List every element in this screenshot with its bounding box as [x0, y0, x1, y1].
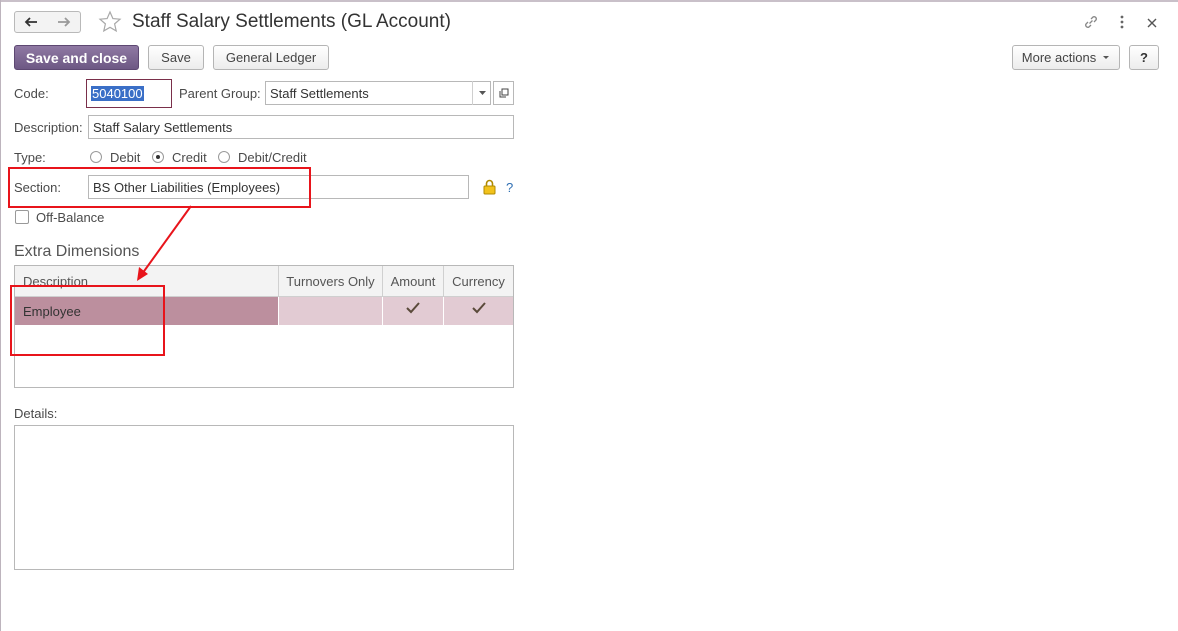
column-header-amount[interactable]: Amount — [383, 266, 444, 297]
back-button[interactable] — [14, 11, 48, 33]
parent-group-label: Parent Group: — [179, 86, 261, 101]
arrow-right-icon — [57, 17, 70, 27]
annotation-arrow — [137, 205, 192, 281]
arrow-left-icon — [24, 17, 37, 27]
type-debit-credit-label: Debit/Credit — [238, 150, 307, 165]
parent-group-dropdown-button[interactable] — [472, 81, 492, 105]
annotation-box-employee — [10, 285, 165, 356]
dropdown-arrow-icon — [479, 91, 486, 95]
type-credit-label: Credit — [172, 150, 207, 165]
code-value: 5040100 — [91, 86, 144, 101]
type-debit-credit-radio[interactable] — [218, 151, 230, 163]
type-label: Type: — [14, 150, 46, 165]
details-label: Details: — [14, 406, 58, 421]
parent-group-value: Staff Settlements — [270, 85, 369, 101]
type-debit-radio[interactable] — [90, 151, 102, 163]
description-field[interactable]: Staff Salary Settlements — [88, 115, 514, 139]
parent-group-field[interactable]: Staff Settlements — [265, 81, 491, 105]
type-debit-label: Debit — [110, 150, 141, 165]
lock-icon[interactable] — [483, 179, 496, 198]
row-amount-cell[interactable] — [383, 297, 444, 325]
window-top-border — [0, 0, 1178, 2]
checkmark-icon — [471, 302, 486, 314]
chevron-down-icon — [1103, 56, 1110, 59]
checkmark-icon — [406, 302, 420, 314]
annotation-box-section — [8, 167, 311, 208]
page-title: Staff Salary Settlements (GL Account) — [132, 11, 451, 32]
save-button[interactable]: Save — [148, 45, 204, 70]
off-balance-label[interactable]: Off-Balance — [36, 210, 104, 225]
more-actions-label: More actions — [1021, 50, 1097, 65]
link-icon[interactable] — [1083, 14, 1099, 33]
general-ledger-button[interactable]: General Ledger — [213, 45, 329, 70]
window-left-border — [0, 0, 1, 631]
code-field[interactable]: 5040100 — [86, 79, 172, 108]
type-credit-radio[interactable] — [152, 151, 164, 163]
extra-dimensions-heading: Extra Dimensions — [14, 243, 140, 260]
details-textarea[interactable] — [14, 425, 514, 570]
row-currency-cell[interactable] — [444, 297, 513, 325]
row-turnovers-only-cell[interactable] — [279, 297, 383, 325]
description-label: Description: — [14, 120, 83, 135]
description-value: Staff Salary Settlements — [93, 119, 233, 135]
favorite-star-icon[interactable] — [98, 10, 122, 37]
kebab-menu-icon[interactable] — [1120, 14, 1124, 33]
section-help-link[interactable]: ? — [506, 180, 513, 195]
off-balance-checkbox[interactable] — [15, 210, 29, 224]
open-window-icon — [499, 88, 508, 98]
forward-button[interactable] — [47, 11, 81, 33]
help-button[interactable]: ? — [1129, 45, 1159, 70]
close-icon[interactable] — [1147, 16, 1157, 31]
save-and-close-button[interactable]: Save and close — [14, 45, 139, 70]
column-header-turnovers-only[interactable]: Turnovers Only — [279, 266, 383, 297]
parent-group-open-button[interactable] — [493, 81, 514, 105]
column-header-currency[interactable]: Currency — [444, 266, 513, 297]
code-label: Code: — [14, 86, 49, 101]
more-actions-button[interactable]: More actions — [1012, 45, 1120, 70]
